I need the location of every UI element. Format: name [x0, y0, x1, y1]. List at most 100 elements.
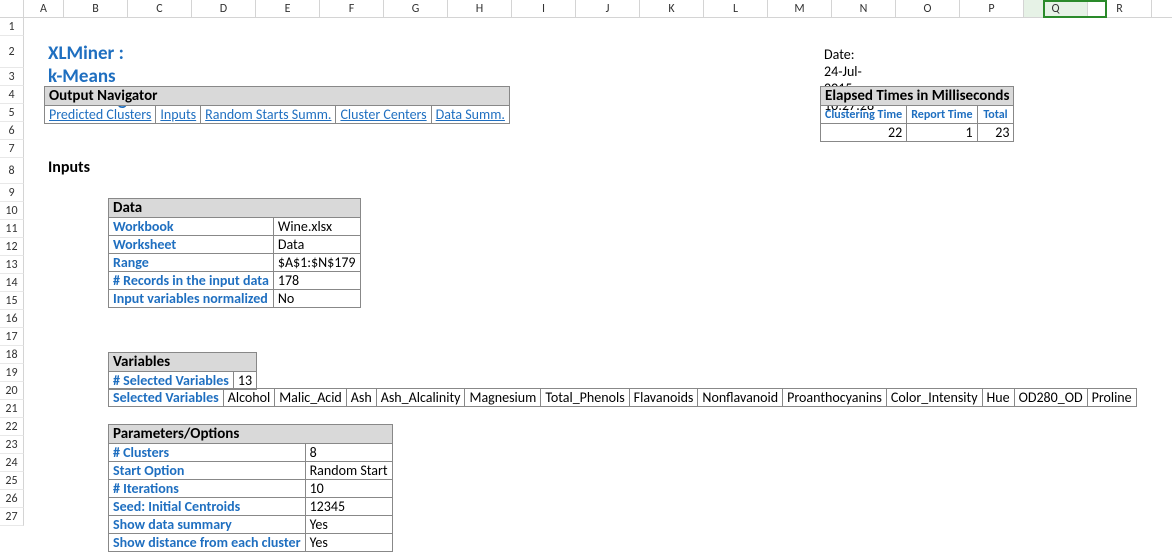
col-header[interactable]: M: [768, 0, 832, 17]
elapsed-header: Elapsed Times in Milliseconds: [821, 87, 1014, 106]
row-header[interactable]: 8: [0, 158, 24, 184]
data-section-table: Data WorkbookWine.xlsx WorksheetData Ran…: [108, 198, 361, 308]
row-header[interactable]: 18: [0, 346, 24, 364]
row-header[interactable]: 9: [0, 184, 24, 202]
var-cell: Alcohol: [223, 389, 274, 407]
row-header[interactable]: 2: [0, 36, 24, 68]
col-header[interactable]: K: [640, 0, 704, 17]
data-row-label: # Records in the input data: [109, 272, 274, 290]
row-header[interactable]: 20: [0, 382, 24, 400]
elapsed-col-clustering: Clustering Time: [821, 106, 907, 124]
col-header[interactable]: N: [832, 0, 896, 17]
param-row-label: Show distance from each cluster: [109, 534, 306, 552]
param-row-val: 12345: [305, 498, 392, 516]
col-header[interactable]: D: [192, 0, 256, 17]
row-header[interactable]: 6: [0, 122, 24, 140]
var-cell: OD280_OD: [1014, 389, 1087, 407]
row-header[interactable]: 7: [0, 140, 24, 158]
num-selected-label: # Selected Variables: [109, 372, 234, 390]
data-row-label: Input variables normalized: [109, 290, 274, 308]
var-cell: Ash_Alcalinity: [376, 389, 465, 407]
var-cell: Malic_Acid: [275, 389, 347, 407]
row-header[interactable]: 22: [0, 418, 24, 436]
row-header[interactable]: 23: [0, 436, 24, 454]
row-header[interactable]: 5: [0, 104, 24, 122]
var-cell: Ash: [346, 389, 376, 407]
col-header[interactable]: C: [128, 0, 192, 17]
col-header[interactable]: L: [704, 0, 768, 17]
row-header[interactable]: 13: [0, 256, 24, 274]
row-header[interactable]: 24: [0, 454, 24, 472]
col-header[interactable]: P: [960, 0, 1024, 17]
col-header[interactable]: J: [576, 0, 640, 17]
params-header: Parameters/Options: [109, 425, 393, 444]
row-header[interactable]: 16: [0, 310, 24, 328]
var-cell: Flavanoids: [629, 389, 698, 407]
param-row-val: Random Start: [305, 462, 392, 480]
row-header[interactable]: 14: [0, 274, 24, 292]
row-header[interactable]: 27: [0, 508, 24, 526]
link-data-summ[interactable]: Data Summ.: [436, 106, 505, 123]
data-row-label: Range: [109, 254, 274, 272]
link-cluster-centers[interactable]: Cluster Centers: [340, 106, 426, 123]
row-header[interactable]: 17: [0, 328, 24, 346]
var-cell: Nonflavanoid: [698, 389, 783, 407]
var-cell: Hue: [982, 389, 1014, 407]
col-header[interactable]: R: [1088, 0, 1152, 17]
param-row-val: 10: [305, 480, 392, 498]
num-selected-val: 13: [233, 372, 256, 390]
var-cell: Proline: [1087, 389, 1136, 407]
param-row-val: Yes: [305, 534, 392, 552]
link-predicted-clusters[interactable]: Predicted Clusters: [49, 106, 151, 123]
elapsed-val-report: 1: [907, 124, 977, 142]
var-cell: Color_Intensity: [886, 389, 982, 407]
data-row-val: Wine.xlsx: [273, 218, 360, 236]
elapsed-col-total: Total: [977, 106, 1014, 124]
link-inputs[interactable]: Inputs: [160, 106, 196, 123]
param-row-label: Show data summary: [109, 516, 306, 534]
row-header[interactable]: 21: [0, 400, 24, 418]
output-navigator-table: Output Navigator Predicted Clusters Inpu…: [44, 86, 510, 124]
row-header[interactable]: 3: [0, 68, 24, 86]
data-row-val: 178: [273, 272, 360, 290]
row-header[interactable]: 11: [0, 220, 24, 238]
row-header[interactable]: 26: [0, 490, 24, 508]
col-header[interactable]: A: [24, 0, 64, 17]
row-header[interactable]: 4: [0, 86, 24, 104]
row-headers: 1 2 3 4 5 6 7 8 9 10 11 12 13 14 15 16 1…: [0, 18, 24, 526]
row-header[interactable]: 12: [0, 238, 24, 256]
col-header[interactable]: G: [384, 0, 448, 17]
row-header[interactable]: 25: [0, 472, 24, 490]
var-cell: Magnesium: [465, 389, 541, 407]
col-header[interactable]: H: [448, 0, 512, 17]
inputs-section-label: Inputs: [48, 158, 90, 177]
var-cell: Total_Phenols: [541, 389, 629, 407]
row-header[interactable]: 19: [0, 364, 24, 382]
param-row-label: # Clusters: [109, 444, 306, 462]
data-header: Data: [109, 199, 361, 218]
variables-section-table: Variables # Selected Variables13: [108, 352, 257, 390]
params-section-table: Parameters/Options # Clusters8 Start Opt…: [108, 424, 393, 552]
elapsed-times-table: Elapsed Times in Milliseconds Clustering…: [820, 86, 1014, 142]
row-header[interactable]: 1: [0, 18, 24, 36]
variables-header: Variables: [109, 353, 257, 372]
param-row-label: # Iterations: [109, 480, 306, 498]
row-header[interactable]: 10: [0, 202, 24, 220]
col-header[interactable]: O: [896, 0, 960, 17]
data-row-val: No: [273, 290, 360, 308]
col-header[interactable]: I: [512, 0, 576, 17]
col-header[interactable]: F: [320, 0, 384, 17]
selected-variables-row: Selected Variables Alcohol Malic_Acid As…: [108, 388, 1137, 407]
selected-variables-label: Selected Variables: [109, 389, 224, 407]
col-header[interactable]: B: [64, 0, 128, 17]
elapsed-val-total: 23: [977, 124, 1014, 142]
link-random-starts[interactable]: Random Starts Summ.: [205, 106, 331, 123]
data-row-val: Data: [273, 236, 360, 254]
row-header[interactable]: 15: [0, 292, 24, 310]
data-row-label: Worksheet: [109, 236, 274, 254]
col-header-selected[interactable]: Q: [1024, 0, 1088, 17]
param-row-val: 8: [305, 444, 392, 462]
data-row-label: Workbook: [109, 218, 274, 236]
param-row-label: Seed: Initial Centroids: [109, 498, 306, 516]
col-header[interactable]: E: [256, 0, 320, 17]
